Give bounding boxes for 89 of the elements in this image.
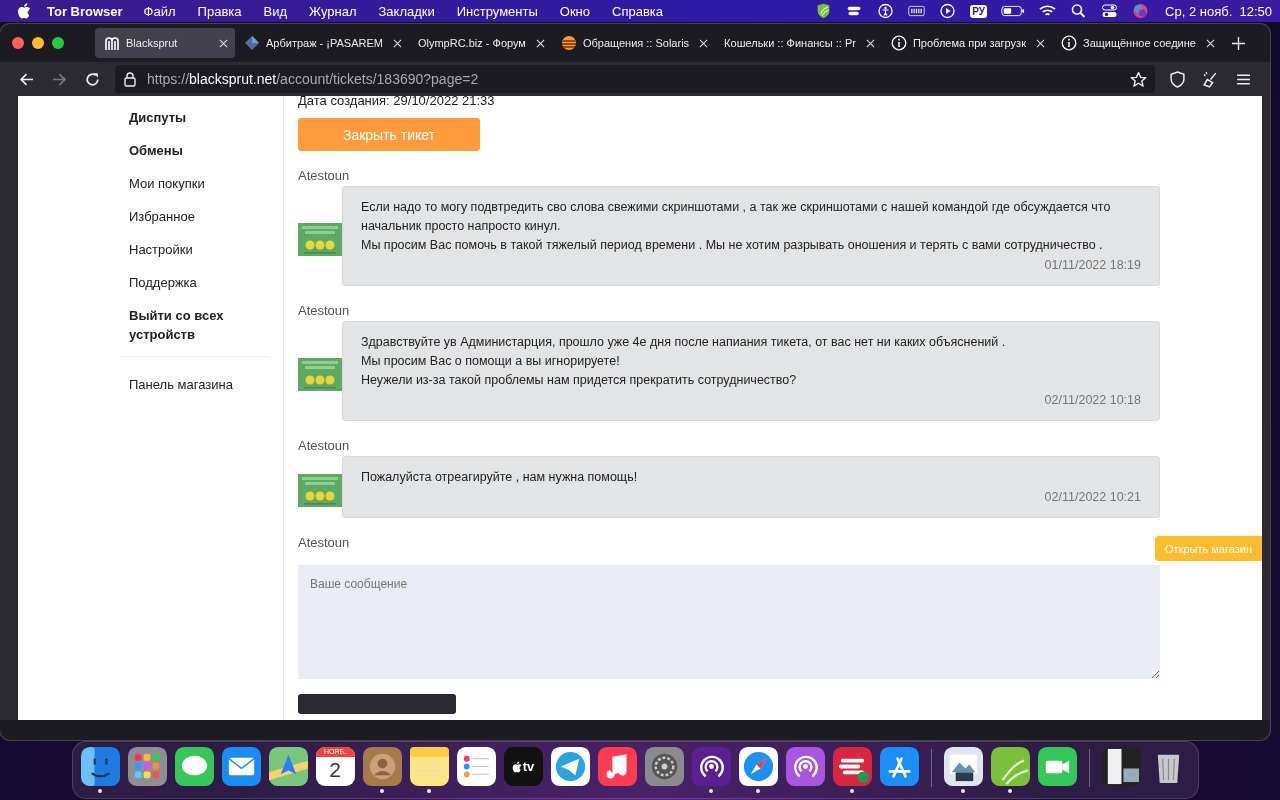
- message-time: 02/11/2022 10:21: [1044, 490, 1141, 504]
- author-name: Atestoun: [298, 167, 351, 184]
- menu-item[interactable]: Вид: [263, 3, 288, 19]
- camera-app-icon[interactable]: [1037, 747, 1077, 786]
- leaf-app-icon[interactable]: [990, 747, 1030, 786]
- browser-tab[interactable]: Проблема при загрузк: [881, 28, 1052, 58]
- message-time: 02/11/2022 10:18: [1044, 393, 1141, 407]
- apple-icon[interactable]: [17, 3, 31, 19]
- doc-app-icon[interactable]: [1101, 747, 1141, 786]
- gear-app-icon[interactable]: [644, 747, 684, 786]
- app-menu[interactable]: Tor Browser: [47, 3, 123, 19]
- control-center-icon[interactable]: [1101, 3, 1119, 19]
- grid-app-icon[interactable]: [127, 747, 167, 786]
- browser-tab[interactable]: Обращения :: Solaris: [551, 28, 716, 58]
- star-icon[interactable]: [1130, 70, 1147, 88]
- list-app-icon[interactable]: [456, 747, 496, 786]
- menu-bar-clock[interactable]: Ср, 2 нояб. 12:50: [1165, 3, 1272, 19]
- accessibility-icon[interactable]: [877, 3, 895, 19]
- bars-app-icon[interactable]: [832, 747, 872, 786]
- diamond-icon: [244, 35, 260, 51]
- author-name: Atestoun: [298, 437, 351, 454]
- tv-label: tv: [522, 759, 535, 774]
- plane-app-icon[interactable]: [550, 747, 590, 786]
- menu-item[interactable]: Окно: [559, 3, 590, 19]
- url-text: https://blacksprut.net/account/tickets/183690?page=2: [147, 71, 479, 87]
- message-text: Неужели из-за такой проблемы нам придется прекратить сотрудничество?: [361, 372, 798, 389]
- message-time: 01/11/2022 18:19: [1044, 258, 1141, 272]
- menu-item[interactable]: Правка: [197, 3, 242, 19]
- message-text: Мы просим Вас о помощи а вы игнорируете!: [361, 353, 621, 370]
- sidebar-link[interactable]: Обмены: [129, 141, 183, 160]
- author-name: Atestoun: [298, 302, 351, 319]
- input-source-indicator[interactable]: РУ: [970, 4, 988, 18]
- author-name: Atestoun: [298, 534, 350, 551]
- menu-item[interactable]: Файл: [143, 3, 176, 19]
- photo-app-icon[interactable]: [943, 747, 983, 786]
- calendar-day: 2: [329, 757, 341, 783]
- battery-icon[interactable]: [1001, 3, 1026, 19]
- browser-tab[interactable]: Blacksprut: [95, 28, 235, 58]
- minimize-window-button[interactable]: [32, 37, 44, 49]
- lock-icon[interactable]: [123, 71, 137, 87]
- message-text: Если надо то могу подвтредить сво слова свежими скриншотами , а так же скриншотами с нашей командой где обсуждается что начальник просто напросто кинул.: [361, 199, 1112, 235]
- message-text: Здравствуйте ув Администарция, прошло уже 4е дня после напиания тикета, от вас нет ни каких объяснений .: [361, 334, 1007, 351]
- search-icon[interactable]: [1070, 3, 1088, 19]
- shield-icon[interactable]: [1169, 70, 1186, 88]
- compass-app-icon[interactable]: [738, 747, 778, 786]
- new-tab-icon[interactable]: [1231, 36, 1245, 50]
- sidebar-link[interactable]: Настройки: [129, 240, 193, 259]
- message-text: Мы просим Вас помочь в такой тяжелый период времени . Мы не хотим разрывать оношения и терять с вами сотрудничество .: [361, 237, 1104, 254]
- siri-icon[interactable]: [1132, 3, 1150, 19]
- zoom-window-button[interactable]: [52, 37, 64, 49]
- rings-app-icon[interactable]: [785, 747, 825, 786]
- sidebar-link[interactable]: Избранное: [129, 207, 195, 226]
- arches-icon: [104, 35, 120, 51]
- menu-item[interactable]: Журнал: [309, 3, 357, 19]
- envelope-app-icon[interactable]: [221, 747, 261, 786]
- menu-item[interactable]: Справка: [612, 3, 663, 19]
- lines-app-icon[interactable]: [409, 747, 449, 786]
- browser-tab[interactable]: Арбитраж - ¡PASAREM: [235, 28, 409, 58]
- message-field[interactable]: Ваше сообщение: [298, 565, 1160, 679]
- creation-date: Дата создания: 29/10/2022 21:33: [298, 96, 495, 110]
- person-app-icon[interactable]: [362, 747, 402, 786]
- sidebar-link[interactable]: Панель магазина: [129, 375, 233, 394]
- bubble-app-icon[interactable]: [174, 747, 214, 786]
- face-app-icon[interactable]: [80, 747, 120, 786]
- keyboard-icon[interactable]: [908, 3, 926, 19]
- note-app-icon[interactable]: [597, 747, 637, 786]
- tv-app-icon[interactable]: tv: [503, 747, 543, 786]
- aframe-app-icon[interactable]: [879, 747, 919, 786]
- browser-tab[interactable]: Кошельки :: Финансы :: Pr: [715, 28, 882, 58]
- broom-icon[interactable]: [1202, 70, 1219, 88]
- sidebar-link[interactable]: Мои покупки: [129, 174, 205, 193]
- sidebar-link[interactable]: Поддержка: [129, 273, 197, 292]
- apple-icon: [511, 760, 522, 773]
- rings-app-icon[interactable]: [691, 747, 731, 786]
- menu-item[interactable]: Инструменты: [456, 3, 538, 19]
- sidebar-link[interactable]: Выйти со всех устройств: [129, 306, 265, 344]
- browser-tab[interactable]: OlympRC.biz - Форум: [408, 28, 552, 58]
- info-icon: [890, 35, 907, 51]
- sidebar-link[interactable]: Диспуты: [129, 108, 187, 127]
- close-window-button[interactable]: [12, 37, 24, 49]
- info-icon: [1061, 35, 1077, 51]
- message-text: Пожалуйста отреагируйте , нам нужна помощь!: [361, 469, 639, 486]
- reload-icon[interactable]: [84, 70, 101, 88]
- menu-item[interactable]: Закладки: [378, 3, 435, 19]
- pin-app-icon[interactable]: [268, 747, 308, 786]
- address-bar[interactable]: https://blacksprut.net/account/tickets/183690?page=2: [115, 65, 1155, 93]
- striped-circle-icon: [560, 35, 577, 51]
- play-icon[interactable]: [939, 3, 957, 19]
- browser-tab[interactable]: Защищённое соедине: [1052, 28, 1222, 58]
